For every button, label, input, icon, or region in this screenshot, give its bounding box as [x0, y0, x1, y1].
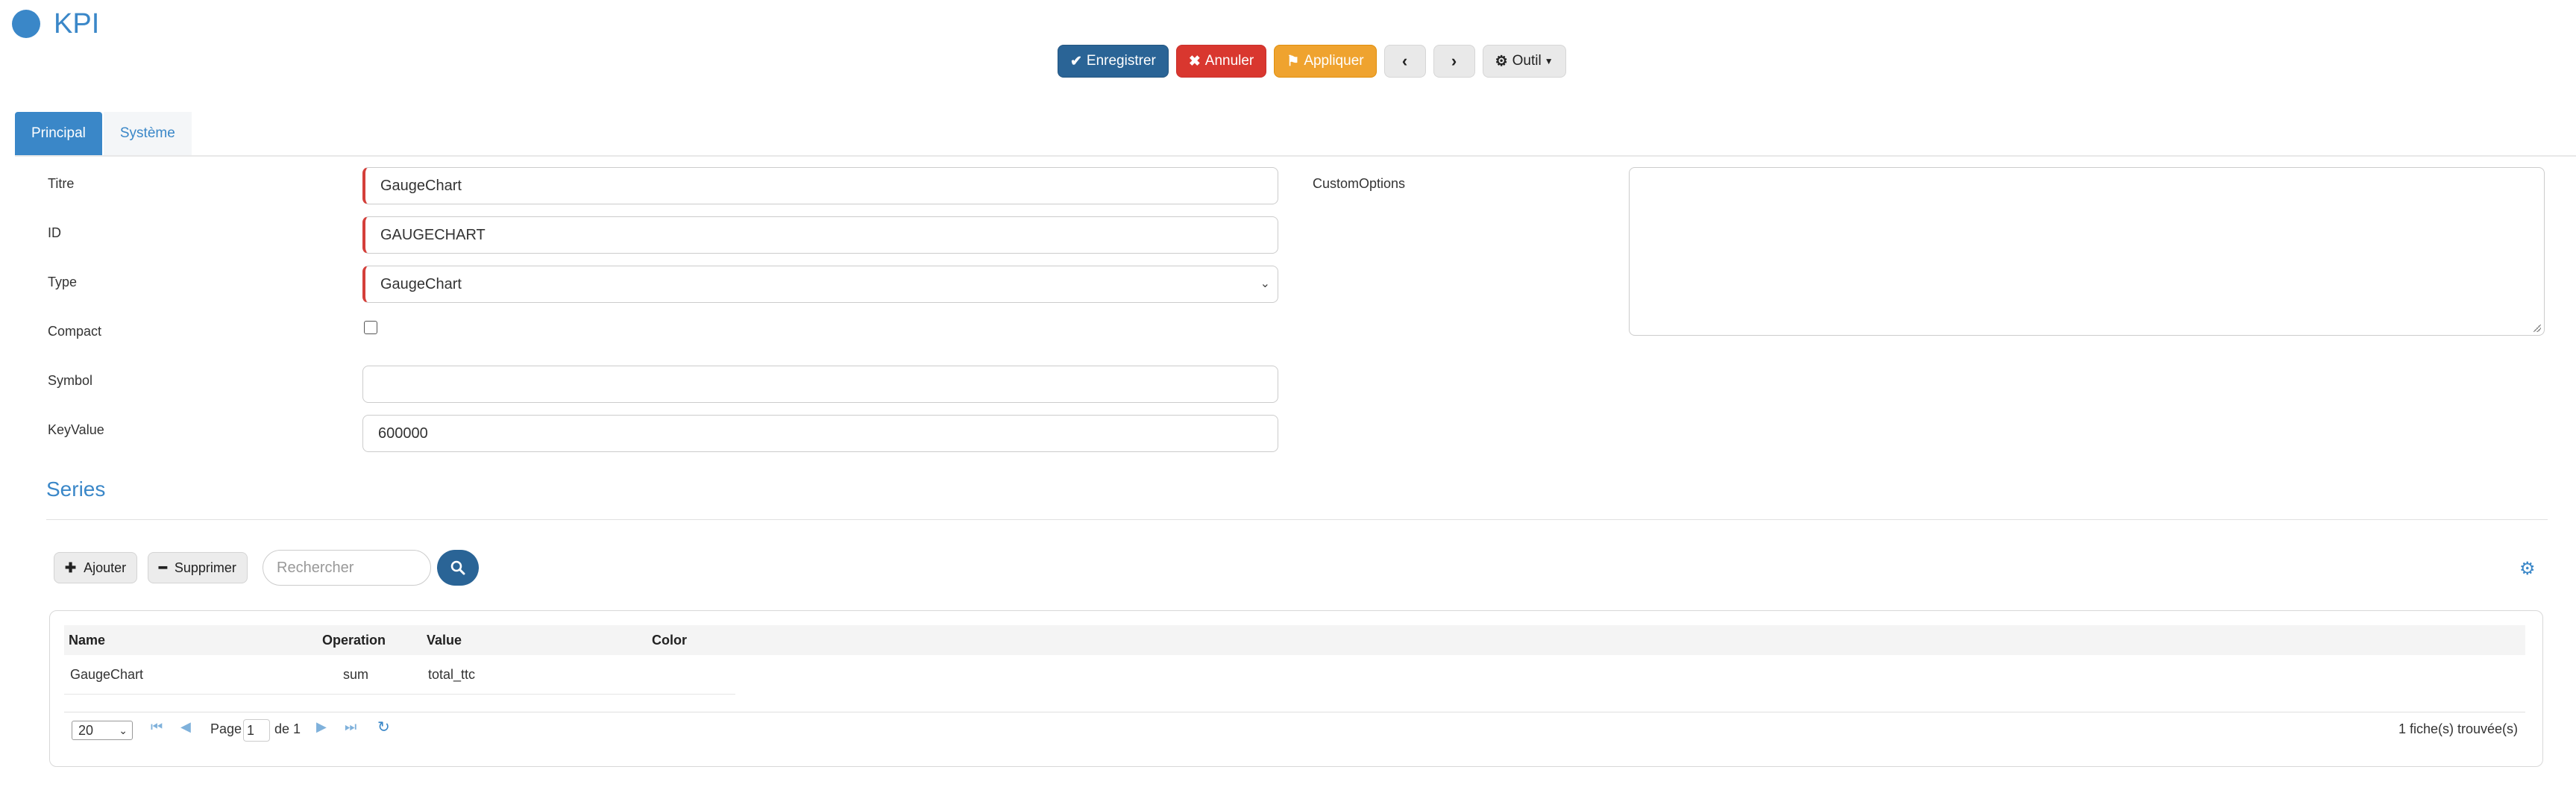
titre-label: Titre [48, 176, 75, 191]
gear-icon: ⚙ [1495, 53, 1508, 69]
series-section-title: Series [46, 477, 106, 501]
refresh-icon[interactable]: ↻ [377, 718, 390, 736]
save-button-label: Enregistrer [1086, 53, 1156, 69]
delete-series-button[interactable]: ━ Supprimer [148, 552, 248, 583]
series-search-input[interactable]: Rechercher [263, 550, 431, 586]
column-header-operation[interactable]: Operation [322, 633, 386, 648]
delete-series-label: Supprimer [174, 560, 236, 575]
page-label: Page [210, 721, 242, 736]
keyvalue-input[interactable]: 600000 [362, 415, 1278, 452]
id-input[interactable]: GAUGECHART [362, 216, 1278, 254]
column-header-color[interactable]: Color [652, 633, 687, 648]
page-number-input[interactable]: 1 [243, 719, 270, 742]
search-icon [450, 560, 465, 575]
page-size-value: 20 [78, 722, 94, 738]
last-page-icon[interactable]: ⏭ [345, 719, 356, 735]
page-title: KPI [54, 8, 100, 40]
flag-icon: ⚑ [1287, 53, 1300, 69]
compact-label: Compact [48, 324, 102, 339]
row-cell-name[interactable]: GaugeChart [70, 667, 143, 683]
tab-principal[interactable]: Principal [15, 112, 102, 155]
column-header-name[interactable]: Name [69, 633, 105, 648]
tab-systeme[interactable]: Système [103, 112, 192, 155]
tools-button-label: Outil [1512, 53, 1542, 69]
resize-handle-icon[interactable] [2533, 325, 2541, 332]
previous-button[interactable]: ‹ [1383, 45, 1426, 78]
chevron-left-icon: ‹ [1401, 51, 1408, 70]
row-divider [64, 694, 735, 695]
keyvalue-label: KeyValue [48, 422, 104, 437]
toolbar: ✔ Enregistrer ✖ Annuler ⚑ Appliquer ‹ › … [1058, 45, 1566, 78]
row-cell-operation[interactable]: sum [343, 667, 368, 683]
chevron-right-icon: › [1451, 51, 1457, 70]
page-total-label: de 1 [274, 721, 301, 736]
apply-button[interactable]: ⚑ Appliquer [1274, 45, 1377, 78]
customoptions-textarea[interactable] [1629, 167, 2545, 336]
symbol-label: Symbol [48, 373, 93, 388]
grid-settings-gear-icon[interactable]: ⚙ [2519, 558, 2536, 580]
tab-divider [15, 155, 2576, 157]
add-series-label: Ajouter [84, 560, 127, 575]
save-button[interactable]: ✔ Enregistrer [1058, 45, 1169, 78]
page-size-select[interactable]: 20 ⌄ [72, 721, 133, 740]
type-select-value: GaugeChart [380, 275, 462, 292]
next-button[interactable]: › [1433, 45, 1475, 78]
row-cell-value[interactable]: total_ttc [428, 667, 475, 683]
chevron-down-icon: ⌄ [119, 724, 128, 736]
titre-input[interactable]: GaugeChart [362, 167, 1278, 204]
compact-checkbox[interactable] [364, 321, 377, 334]
records-count: 1 fiche(s) trouvée(s) [2398, 721, 2519, 736]
minus-icon: ━ [159, 560, 167, 575]
chevron-down-icon: ⌄ [1260, 278, 1270, 290]
type-label: Type [48, 275, 78, 289]
caret-down-icon: ▼ [1544, 56, 1554, 66]
id-label: ID [48, 225, 61, 240]
customoptions-label: CustomOptions [1313, 176, 1406, 191]
cancel-button-label: Annuler [1204, 53, 1254, 69]
type-select[interactable]: GaugeChart ⌄ [362, 266, 1278, 303]
series-divider [46, 519, 2548, 520]
apply-button-label: Appliquer [1304, 53, 1364, 69]
column-header-value[interactable]: Value [427, 633, 462, 648]
plus-icon: ✚ [65, 560, 77, 575]
check-icon: ✔ [1070, 53, 1082, 69]
prev-page-icon[interactable]: ◀ [180, 719, 191, 735]
series-search-button[interactable] [437, 550, 479, 586]
next-page-icon[interactable]: ▶ [316, 719, 327, 735]
first-page-icon[interactable]: ⏮ [151, 719, 163, 735]
app-logo [12, 10, 40, 38]
symbol-input[interactable] [362, 366, 1278, 403]
times-icon: ✖ [1188, 53, 1201, 69]
tab-bar: Principal Système [15, 112, 192, 155]
add-series-button[interactable]: ✚ Ajouter [54, 552, 138, 583]
tools-dropdown-button[interactable]: ⚙ Outil ▼ [1482, 45, 1566, 78]
cancel-button[interactable]: ✖ Annuler [1175, 45, 1267, 78]
